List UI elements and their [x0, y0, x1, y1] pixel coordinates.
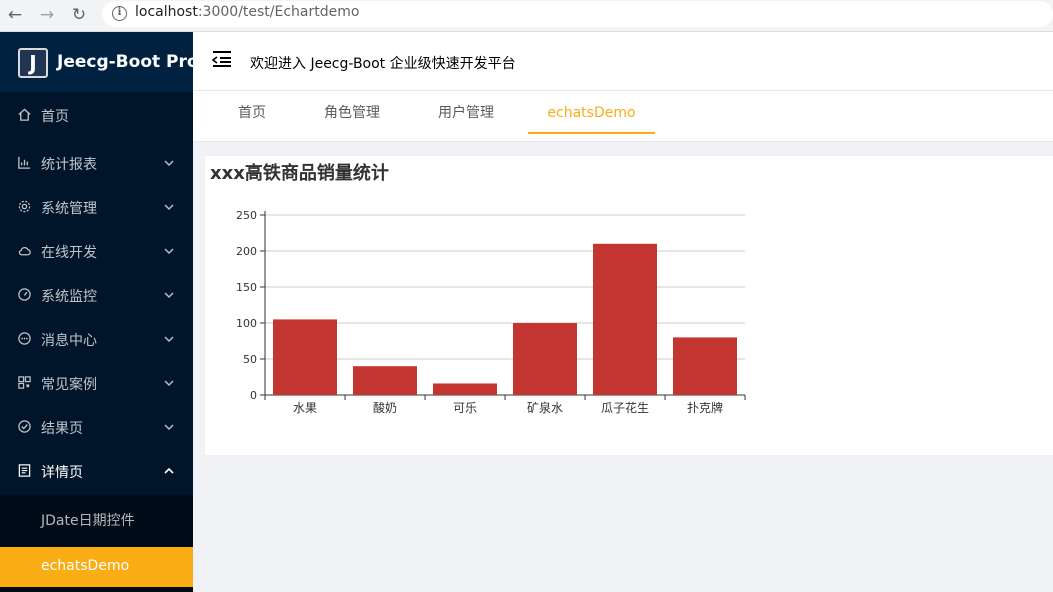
sidebar-subitem-echarts[interactable]: echatsDemo [0, 547, 193, 587]
x-tick-label: 矿泉水 [527, 401, 563, 415]
sidebar-item-label: 系统管理 [41, 201, 97, 217]
sidebar-item-cases[interactable]: 常见案例 [0, 363, 193, 403]
y-tick-label: 150 [236, 281, 257, 294]
bar [513, 323, 577, 395]
bar [433, 383, 497, 395]
brand-name: Jeecg-Boot Pro [57, 52, 193, 72]
x-tick-label: 瓜子花生 [601, 400, 649, 415]
sidebar: J Jeecg-Boot Pro 首页 统计报表 系统管理 在线开发 系统监控 … [0, 32, 193, 592]
sidebar-subitem-jdate[interactable]: JDate日期控件 [0, 499, 193, 539]
qrcode-icon [18, 376, 31, 389]
sidebar-item-home[interactable]: 首页 [0, 95, 193, 135]
url-text[interactable]: localhost:3000/test/Echartdemo [135, 4, 359, 20]
chevron-down-icon [164, 160, 174, 166]
address-bar[interactable]: i localhost:3000/test/Echartdemo [102, 1, 1053, 27]
y-tick-label: 0 [250, 389, 257, 402]
chevron-down-icon [164, 424, 174, 430]
url-host: localhost [135, 4, 198, 20]
sidebar-item-label: 消息中心 [41, 333, 97, 349]
profile-icon [18, 464, 31, 477]
sidebar-item-label: JDate日期控件 [41, 513, 135, 529]
tab-user-management[interactable]: 用户管理 [428, 91, 504, 134]
sidebar-item-label: 详情页 [41, 465, 83, 481]
menu-fold-icon[interactable] [210, 49, 234, 69]
sidebar-item-label: 结果页 [41, 421, 83, 437]
info-icon[interactable]: i [112, 6, 127, 21]
chart-title: xxx高铁商品销量统计 [210, 163, 389, 184]
bar [593, 243, 657, 395]
x-tick-label: 水果 [293, 401, 317, 415]
back-icon[interactable]: ← [4, 4, 26, 26]
bar [353, 366, 417, 395]
x-tick-label: 扑克牌 [687, 401, 723, 415]
y-tick-label: 250 [236, 209, 257, 222]
setting-icon [18, 200, 31, 213]
x-tick-label: 酸奶 [373, 400, 397, 415]
bar-chart-icon [18, 156, 31, 169]
bar-chart: 0 50 100 150 200 250 水果 酸奶 可乐 矿泉水 瓜子花生 扑克牌 [236, 209, 746, 415]
sidebar-item-result[interactable]: 结果页 [0, 407, 193, 447]
sidebar-item-detail[interactable]: 详情页 [0, 451, 193, 491]
chevron-down-icon [164, 204, 174, 210]
browser-toolbar: ← → ↻ i localhost:3000/test/Echartdemo [0, 0, 1053, 32]
sidebar-item-messages[interactable]: 消息中心 [0, 319, 193, 359]
bar [273, 319, 337, 395]
sidebar-item-label: 系统监控 [41, 289, 97, 305]
welcome-text: 欢迎进入 Jeecg-Boot 企业级快速开发平台 [250, 56, 516, 72]
logo-area[interactable]: J Jeecg-Boot Pro [0, 32, 193, 92]
chevron-down-icon [164, 292, 174, 298]
top-header: 欢迎进入 Jeecg-Boot 企业级快速开发平台 [193, 32, 1053, 91]
sidebar-item-monitor[interactable]: 系统监控 [0, 275, 193, 315]
y-tick-label: 200 [236, 245, 257, 258]
y-tick-label: 50 [243, 353, 257, 366]
tab-echatsdemo[interactable]: echatsDemo [528, 91, 655, 134]
message-icon [18, 332, 31, 345]
chevron-down-icon [164, 248, 174, 254]
chart-card: xxx高铁商品销量统计 0 50 100 150 200 250 水果 酸奶 可乐 矿泉水 瓜子花生… [205, 156, 1053, 455]
dashboard-icon [18, 288, 31, 301]
sidebar-item-label: echatsDemo [41, 558, 130, 574]
sidebar-item-label: 统计报表 [41, 157, 97, 173]
sidebar-item-label: 常见案例 [41, 377, 97, 393]
chevron-up-icon [164, 467, 174, 474]
sidebar-item-label: 首页 [41, 109, 69, 125]
x-tick-label: 可乐 [453, 401, 477, 415]
tab-home[interactable]: 首页 [222, 91, 282, 134]
sidebar-item-online-dev[interactable]: 在线开发 [0, 231, 193, 271]
bar [673, 337, 737, 395]
sidebar-item-reports[interactable]: 统计报表 [0, 143, 193, 183]
chevron-down-icon [164, 336, 174, 342]
check-circle-icon [18, 420, 31, 433]
home-icon [18, 108, 31, 121]
sidebar-item-system[interactable]: 系统管理 [0, 187, 193, 227]
y-tick-label: 100 [236, 317, 257, 330]
sidebar-item-label: 在线开发 [41, 245, 97, 261]
submenu-detail: JDate日期控件 echatsDemo [0, 495, 193, 592]
reload-icon[interactable]: ↻ [68, 4, 90, 26]
forward-icon[interactable]: → [36, 4, 58, 26]
tab-bar: 首页 角色管理 用户管理 echatsDemo [193, 91, 1053, 142]
chevron-down-icon [164, 380, 174, 386]
logo-icon: J [18, 48, 48, 78]
cloud-icon [18, 247, 31, 256]
url-path: :3000/test/Echartdemo [197, 4, 360, 20]
tab-role-management[interactable]: 角色管理 [314, 91, 390, 134]
